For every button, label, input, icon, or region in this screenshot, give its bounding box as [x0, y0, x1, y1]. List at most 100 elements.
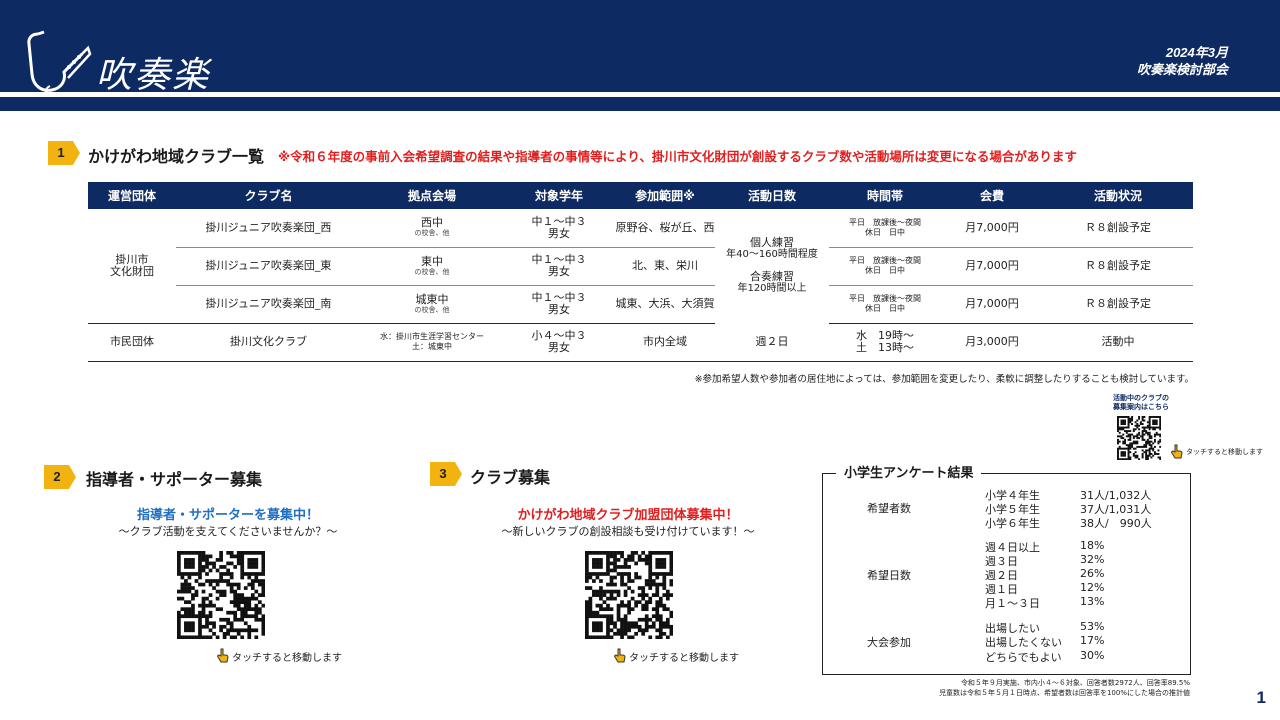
time-cell: 平日 放課後～夜間 休日 日中 — [829, 247, 941, 286]
table-footnote: ※参加希望人数や参加者の居住地によっては、参加範囲を変更したり、柔軟に調整したり… — [694, 374, 1194, 385]
header-meta: 2024年3月 吹奏楽検討部会 — [1068, 44, 1228, 78]
header-title: 吹奏楽 — [96, 55, 211, 96]
gender: 男女 — [548, 265, 570, 278]
touch-link-active-clubs[interactable]: タッチすると移動します — [1170, 444, 1263, 460]
venue-cell: 東中 の校舎、他 — [361, 247, 503, 286]
pointing-hand-icon — [217, 648, 229, 663]
grade: 中１～中３ — [531, 214, 587, 228]
org-line: 掛川市 — [115, 252, 149, 266]
survey-item: どちらでもよい — [985, 651, 1062, 664]
touch-link-club-recruit[interactable]: タッチすると移動します — [613, 648, 739, 664]
venue-line: 水：掛川市生涯学習センター — [380, 332, 484, 341]
col-header: 運営団体 — [88, 182, 176, 209]
fee-cell: 月7,000円 — [941, 285, 1043, 324]
venue-sub: の校舎、他 — [414, 229, 450, 238]
table-row: 掛川ジュニア吹奏楽団_東 東中 の校舎、他 中１～中３ 男女 北、東、栄川 平日 放… — [88, 247, 1193, 286]
grade-cell: 中１～中３ 男女 — [503, 209, 615, 248]
header-date: 2024年3月 — [1165, 45, 1228, 60]
saxophone-icon — [27, 30, 92, 93]
org-line: 文化財団 — [110, 264, 154, 278]
col-header: 時間帯 — [829, 182, 941, 209]
pointing-hand-icon — [1171, 444, 1183, 459]
touch-link-staff[interactable]: タッチすると移動します — [216, 648, 342, 664]
venue: 城東中 — [415, 292, 449, 306]
col-header: クラブ名 — [176, 182, 361, 209]
venue-cell: 水：掛川市生涯学習センター 土：城東中 — [361, 323, 503, 362]
time-line: 平日 放課後～夜間 — [849, 294, 921, 303]
survey-value: 53% — [1080, 620, 1105, 633]
time-cell: 水 19時～土 13時～ — [829, 323, 941, 362]
survey-value: 38人/ 990人 — [1080, 517, 1152, 530]
gender: 男女 — [548, 341, 570, 354]
days-line: 年120時間以上 — [737, 283, 807, 294]
club-name: 掛川ジュニア吹奏楽団_東 — [176, 247, 361, 286]
gender: 男女 — [548, 226, 570, 240]
venue: 西中 — [421, 216, 443, 230]
qr-caption: 活動中のクラブの 募集案内はこちら — [1106, 394, 1176, 412]
fee-cell: 月7,000円 — [941, 209, 1043, 248]
survey-value: 26% — [1080, 567, 1105, 580]
section-title-staff: 指導者・サポーター募集 — [86, 470, 263, 489]
table-row: 掛川ジュニア吹奏楽団_南 城東中 の校舎、他 中１～中３ 男女 城東、大浜、大須賀 … — [88, 285, 1193, 324]
survey-footnote: 児童数は令和５年５月１日時点、希望者数は回答率を100%にした場合の推計値 — [938, 689, 1190, 697]
days-line: 合奏練習 — [750, 270, 794, 283]
qr-code-active-clubs[interactable] — [1117, 416, 1161, 460]
range-cell: 城東、大浜、大須賀 — [615, 285, 715, 324]
header-committee: 吹奏楽検討部会 — [1136, 62, 1228, 77]
range-cell: 原野谷、桜が丘、西 — [615, 209, 715, 248]
time-cell: 平日 放課後～夜間 休日 日中 — [829, 209, 941, 248]
section-title-club-list: かけがわ地域クラブ一覧 — [88, 147, 265, 166]
club-name: 掛川文化クラブ — [176, 323, 361, 362]
days-cell: 週２日 — [715, 323, 829, 362]
club-name: 掛川ジュニア吹奏楽団_西 — [176, 209, 361, 248]
status-cell: Ｒ８創設予定 — [1043, 247, 1193, 286]
time-cell: 平日 放課後～夜間 休日 日中 — [829, 285, 941, 324]
survey-item: 小学６年生 — [985, 517, 1040, 530]
section-badge-1: 1 — [48, 141, 80, 165]
section-badge-2: 2 — [44, 465, 76, 489]
venue-line: 土：城東中 — [412, 342, 452, 351]
fee-cell: 月7,000円 — [941, 247, 1043, 286]
survey-label-contest: 大会参加 — [867, 636, 911, 649]
range-cell: 市内全域 — [615, 323, 715, 362]
grade-cell: 小４～中３ 男女 — [503, 323, 615, 362]
survey-value: 30% — [1080, 649, 1105, 662]
venue-sub: の校舎、他 — [414, 305, 450, 314]
status-cell: 活動中 — [1043, 323, 1193, 362]
change-notice: ※令和６年度の事前入会希望調査の結果や指導者の事情等により、掛川市文化財団が創設… — [278, 149, 1077, 164]
survey-value: 12% — [1080, 581, 1105, 594]
staff-subline: ～クラブ活動を支えてくださいませんか？～ — [118, 525, 338, 538]
club-table: 運営団体 クラブ名 拠点会場 対象学年 参加範囲※ 活動日数 時間帯 会費 活動… — [88, 182, 1193, 362]
range-cell: 北、東、栄川 — [615, 247, 715, 286]
col-header: 拠点会場 — [361, 182, 503, 209]
time-line: 休日 日中 — [865, 266, 905, 275]
col-header: 参加範囲※ — [615, 182, 715, 209]
club-name: 掛川ジュニア吹奏楽団_南 — [176, 285, 361, 324]
col-header: 会費 — [941, 182, 1043, 209]
days-line: 年40～160時間程度 — [726, 249, 818, 260]
venue-sub: の校舎、他 — [414, 267, 450, 276]
grade-cell: 中１～中３ 男女 — [503, 285, 615, 324]
staff-headline: 指導者・サポーターを募集中！ — [136, 508, 319, 523]
venue-cell: 城東中 の校舎、他 — [361, 285, 503, 324]
grade-cell: 中１～中３ 男女 — [503, 247, 615, 286]
header-underbar — [0, 97, 1280, 111]
survey-footnote: 令和５年９月実施、市内小４～６対象、回答者数2972人、回答率89.5% — [960, 679, 1190, 687]
survey-title: 小学生アンケート結果 — [836, 462, 982, 481]
time-line: 土 13時～ — [856, 341, 914, 354]
survey-label-applicants: 希望者数 — [867, 502, 911, 515]
survey-value: 32% — [1080, 553, 1105, 566]
qr-code-club-recruit[interactable] — [585, 551, 673, 639]
time-line: 平日 放課後～夜間 — [849, 256, 921, 265]
touch-label: タッチすると移動します — [1186, 448, 1263, 456]
pointing-hand-icon — [614, 648, 626, 663]
col-header: 活動日数 — [715, 182, 829, 209]
qr-code-staff[interactable] — [177, 551, 265, 639]
qr-caption-line: 活動中のクラブの — [1113, 394, 1169, 402]
venue: 東中 — [421, 254, 443, 268]
survey-item: 月１～３日 — [985, 597, 1040, 610]
survey-item: 出場したくない — [985, 636, 1062, 649]
touch-label: タッチすると移動します — [232, 652, 342, 664]
time-line: 休日 日中 — [865, 304, 905, 313]
qr-caption-line: 募集案内はこちら — [1113, 403, 1169, 411]
